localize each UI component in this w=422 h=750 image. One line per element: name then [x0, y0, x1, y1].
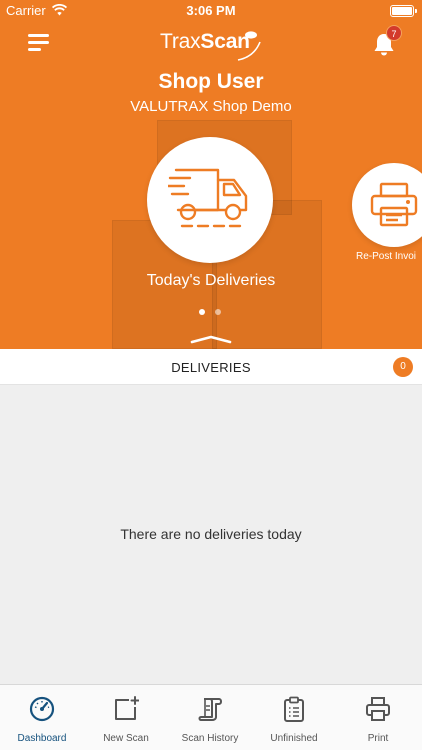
- deliveries-count-badge: 0: [393, 357, 413, 377]
- tab-label: Unfinished: [270, 733, 318, 744]
- deliveries-title: DELIVERIES: [171, 360, 251, 375]
- delivery-truck-icon: [168, 168, 248, 228]
- bottom-tab-bar: Dashboard New Scan Scan History Unfinish…: [0, 684, 422, 750]
- page-dot[interactable]: [215, 309, 221, 315]
- repost-invoice-card[interactable]: [352, 163, 422, 247]
- todays-deliveries-label: Today's Deliveries: [146, 272, 276, 289]
- notification-count-badge: 7: [386, 25, 402, 41]
- tab-unfinished[interactable]: Unfinished: [252, 685, 336, 750]
- tab-label: Print: [367, 733, 389, 744]
- hamburger-menu-icon[interactable]: [28, 33, 50, 53]
- printer-icon: [366, 697, 390, 721]
- page-dot-active[interactable]: [199, 309, 205, 315]
- tab-new-scan[interactable]: New Scan: [84, 685, 168, 750]
- tab-label: Scan History: [181, 733, 239, 744]
- tab-label: New Scan: [103, 733, 149, 744]
- tab-print[interactable]: Print: [336, 685, 420, 750]
- dashboard-gauge-icon: [29, 696, 55, 722]
- logo-swoosh-icon: [237, 31, 261, 61]
- tab-dashboard[interactable]: Dashboard: [0, 685, 84, 750]
- deliveries-section-header: DELIVERIES: [0, 349, 422, 385]
- repost-invoice-label: Re-Post Invoi: [356, 251, 417, 262]
- traxscan-logo: TraxScan: [160, 30, 264, 62]
- battery-icon: [390, 5, 417, 17]
- user-name: Shop User: [158, 70, 264, 93]
- scan-history-icon: [198, 698, 222, 721]
- new-scan-icon: [115, 696, 139, 720]
- tab-label: Dashboard: [17, 733, 67, 744]
- dashboard-hero: Carrier 3:06 PM TraxScan 7 Shop User VAL…: [0, 0, 422, 349]
- todays-deliveries-card[interactable]: [147, 137, 273, 263]
- status-time: 3:06 PM: [186, 3, 236, 18]
- shop-name: VALUTRAX Shop Demo: [130, 98, 292, 115]
- status-bar: Carrier 3:06 PM: [0, 0, 422, 22]
- printer-icon: [370, 182, 418, 227]
- empty-deliveries-message: There are no deliveries today: [120, 526, 302, 542]
- tab-scan-history[interactable]: Scan History: [168, 685, 252, 750]
- clipboard-icon: [284, 696, 304, 722]
- chevron-up-icon[interactable]: [190, 334, 232, 344]
